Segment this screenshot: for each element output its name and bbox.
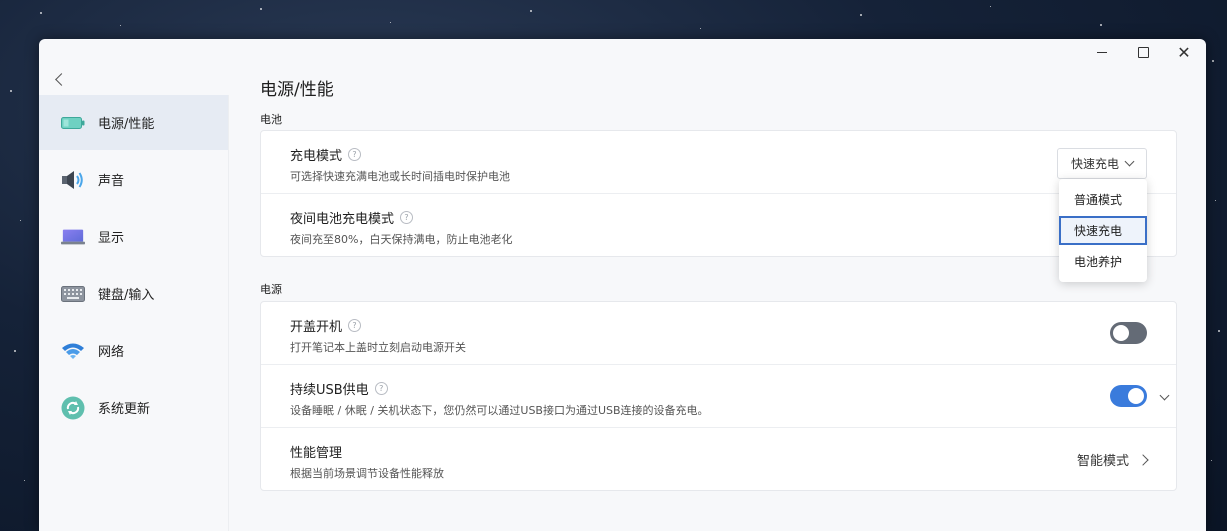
performance-title: 性能管理 <box>290 446 343 461</box>
night-charge-row: 夜间电池充电模式 ? 夜间充至80%，白天保持满电，防止电池老化 <box>261 193 1176 256</box>
usb-power-row: 持续USB供电 ? 设备睡眠 / 休眠 / 关机状态下，您仍然可以通过USB接口… <box>261 364 1176 427</box>
chevron-down-icon <box>1124 156 1135 167</box>
night-charge-title: 夜间电池充电模式 <box>290 212 395 227</box>
close-button[interactable]: ✕ <box>1169 41 1199 63</box>
sidebar-item-sound[interactable]: 声音 <box>39 152 229 207</box>
title-bar: ✕ <box>39 39 1206 65</box>
help-icon[interactable]: ? <box>400 211 414 224</box>
sidebar-item-label: 显示 <box>98 231 125 246</box>
power-card: 开盖开机 ? 打开笔记本上盖时立刻启动电源开关 持续USB供电 ? 设备睡眠 /… <box>260 301 1177 491</box>
performance-row[interactable]: 性能管理 根据当前场景调节设备性能释放 智能模式 <box>261 427 1176 490</box>
sidebar-item-display[interactable]: 显示 <box>39 209 229 264</box>
settings-window: ✕ 电源/性能 声音 显示 键盘/输入 网络 系统更新 电源/性能 电池 充电模… <box>39 39 1206 531</box>
battery-icon <box>61 112 85 134</box>
chevron-right-icon <box>1137 453 1149 466</box>
lid-power-on-desc: 打开笔记本上盖时立刻启动电源开关 <box>290 341 466 354</box>
menu-item-normal[interactable]: 普通模式 <box>1059 185 1147 214</box>
lid-power-on-title: 开盖开机 <box>290 320 343 335</box>
page-title: 电源/性能 <box>260 80 334 100</box>
help-icon[interactable]: ? <box>374 382 388 395</box>
menu-item-care[interactable]: 电池养护 <box>1059 247 1147 276</box>
charge-mode-menu: 普通模式 快速充电 电池养护 <box>1059 179 1147 282</box>
toggle-knob <box>1113 325 1129 341</box>
sidebar-item-label: 网络 <box>98 345 125 360</box>
maximize-icon <box>1137 46 1149 58</box>
usb-power-title: 持续USB供电 <box>290 383 369 398</box>
usb-power-toggle[interactable] <box>1110 385 1147 407</box>
sidebar-item-update[interactable]: 系统更新 <box>39 380 229 435</box>
charge-mode-row: 充电模式 ? 可选择快速充满电池或长时间插电时保护电池 快速充电 <box>261 131 1176 193</box>
sidebar-item-keyboard[interactable]: 键盘/输入 <box>39 266 229 321</box>
sidebar-item-label: 键盘/输入 <box>98 288 155 303</box>
menu-item-fast[interactable]: 快速充电 <box>1059 216 1147 245</box>
sidebar-item-network[interactable]: 网络 <box>39 323 229 378</box>
charge-mode-title: 充电模式 <box>290 149 343 164</box>
charge-mode-selected: 快速充电 <box>1070 157 1119 171</box>
battery-card: 充电模式 ? 可选择快速充满电池或长时间插电时保护电池 快速充电 夜间电池充电模… <box>260 130 1177 257</box>
maximize-button[interactable] <box>1128 41 1158 63</box>
help-icon[interactable]: ? <box>348 319 362 332</box>
chevron-down-icon[interactable] <box>1159 390 1170 401</box>
back-button[interactable] <box>51 71 68 87</box>
minimize-icon <box>1097 51 1107 53</box>
chevron-left-icon <box>54 72 68 86</box>
section-label-power: 电源 <box>260 283 282 296</box>
charge-mode-desc: 可选择快速充满电池或长时间插电时保护电池 <box>290 170 510 183</box>
usb-power-desc: 设备睡眠 / 休眠 / 关机状态下，您仍然可以通过USB接口为通过USB连接的设… <box>290 404 709 417</box>
toggle-knob <box>1128 388 1144 404</box>
sidebar-item-label: 系统更新 <box>98 402 151 417</box>
sidebar: 电源/性能 声音 显示 键盘/输入 网络 系统更新 <box>39 95 229 437</box>
speaker-icon <box>61 169 85 191</box>
lid-power-on-row: 开盖开机 ? 打开笔记本上盖时立刻启动电源开关 <box>261 302 1176 364</box>
sidebar-item-label: 电源/性能 <box>98 117 155 132</box>
wifi-icon <box>61 340 85 362</box>
help-icon[interactable]: ? <box>348 148 362 161</box>
sidebar-item-label: 声音 <box>98 174 125 189</box>
section-label-battery: 电池 <box>260 113 282 126</box>
update-icon <box>61 396 85 419</box>
lid-power-on-toggle[interactable] <box>1110 322 1147 344</box>
sidebar-item-power[interactable]: 电源/性能 <box>39 95 229 150</box>
keyboard-icon <box>61 283 85 305</box>
sidebar-divider <box>228 95 229 531</box>
close-icon: ✕ <box>1177 42 1191 62</box>
performance-value: 智能模式 <box>1076 454 1129 469</box>
minimize-button[interactable] <box>1087 41 1117 63</box>
night-charge-desc: 夜间充至80%，白天保持满电，防止电池老化 <box>290 233 513 246</box>
laptop-display-icon <box>61 226 85 248</box>
charge-mode-dropdown[interactable]: 快速充电 <box>1056 148 1147 179</box>
performance-desc: 根据当前场景调节设备性能释放 <box>290 467 444 480</box>
